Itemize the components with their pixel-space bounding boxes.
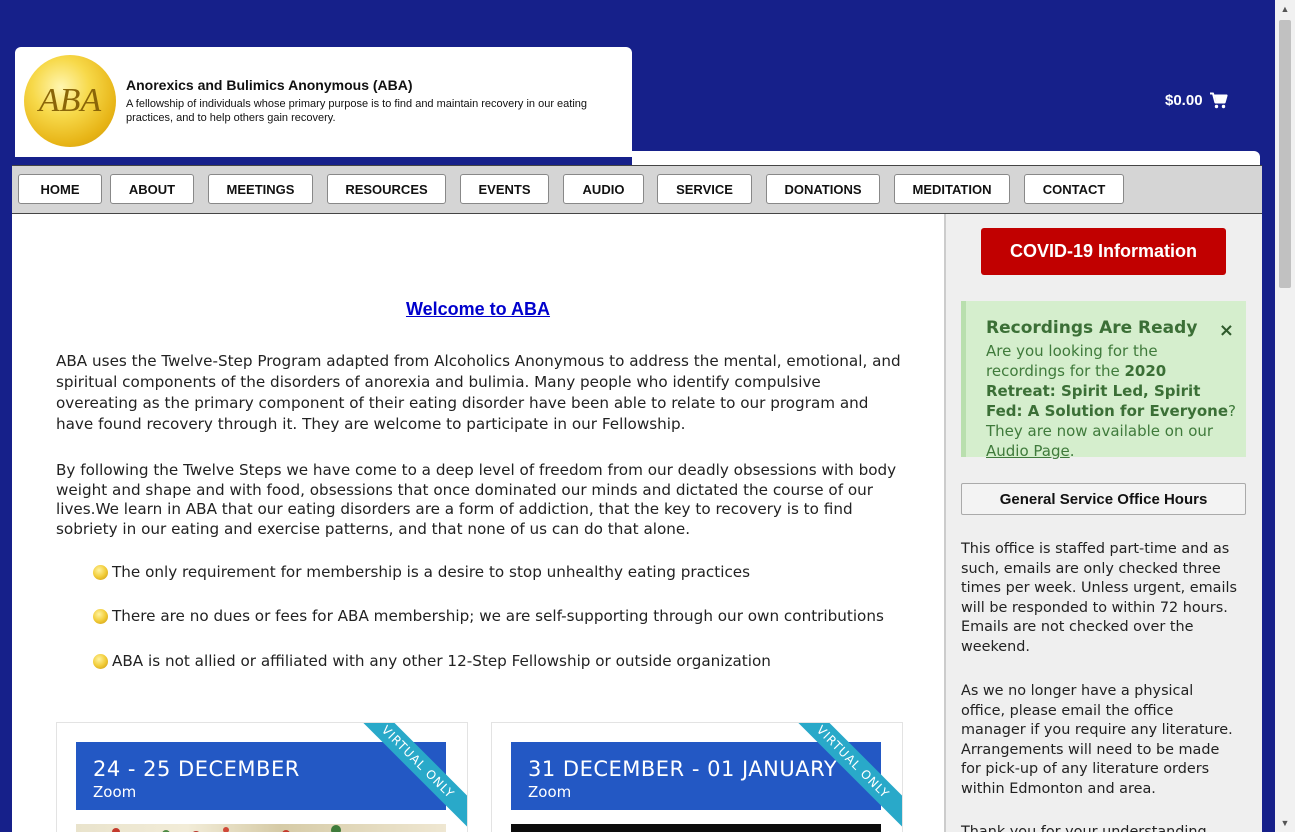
aba-logo-bullet-icon <box>93 564 108 580</box>
intro-paragraph: ABA uses the Twelve-Step Program adapted… <box>56 352 901 433</box>
nav-donations[interactable]: DONATIONS <box>766 174 880 204</box>
cart-total: $0.00 <box>1165 92 1203 109</box>
nav-resources[interactable]: RESOURCES <box>327 174 446 204</box>
event-banner: 24 - 25 DECEMBER Zoom <box>76 742 446 810</box>
nav-service[interactable]: SERVICE <box>657 174 752 204</box>
scroll-up-arrow-icon[interactable]: ▲ <box>1275 0 1295 18</box>
nav-about[interactable]: ABOUT <box>110 174 194 204</box>
event-card[interactable]: 24 - 25 DECEMBER Zoom VIRTUAL ONLY <box>56 722 468 832</box>
site-title: Anorexics and Bulimics Anonymous (ABA) <box>126 77 413 93</box>
covid-info-button[interactable]: COVID-19 Information <box>981 228 1226 275</box>
aba-logo-bullet-icon <box>93 608 108 624</box>
cart-link[interactable]: $0.00 <box>1165 92 1228 109</box>
list-item: ABA is not allied or affiliated with any… <box>93 652 771 670</box>
list-item-text: The only requirement for membership is a… <box>112 563 751 581</box>
sidebar: COVID-19 Information Recordings Are Read… <box>944 214 1262 832</box>
site-tagline: A fellowship of individuals whose primar… <box>126 98 588 124</box>
aba-logo-bullet-icon <box>93 653 108 669</box>
literature-text: As we no longer have a physical office, … <box>961 683 1233 797</box>
list-item-text: ABA is not allied or affiliated with any… <box>112 652 771 670</box>
office-hours-button[interactable]: General Service Office Hours <box>961 483 1246 515</box>
event-banner: 31 DECEMBER - 01 JANUARY Zoom <box>511 742 881 810</box>
thank-you-text: Thank you for your understanding. <box>961 824 1212 832</box>
scroll-down-arrow-icon[interactable]: ▼ <box>1275 814 1295 832</box>
nav-home[interactable]: HOME <box>18 174 102 204</box>
audio-page-link[interactable]: Audio Page <box>986 442 1070 460</box>
twelve-steps-paragraph: By following the Twelve Steps we have co… <box>56 461 897 538</box>
recordings-notice: Recordings Are Ready × Are you looking f… <box>961 301 1246 460</box>
event-image <box>76 824 446 832</box>
event-date: 31 DECEMBER - 01 JANUARY <box>528 757 838 781</box>
event-date: 24 - 25 DECEMBER <box>93 757 300 781</box>
nav-audio[interactable]: AUDIO <box>563 174 644 204</box>
cart-icon <box>1209 92 1228 109</box>
close-icon[interactable]: × <box>1219 320 1234 341</box>
page: ABA Anorexics and Bulimics Anonymous (AB… <box>0 0 1275 832</box>
scroll-thumb[interactable] <box>1279 20 1291 288</box>
logo-text: ABA <box>38 82 102 119</box>
nav-contact[interactable]: CONTACT <box>1024 174 1124 204</box>
nav-events[interactable]: EVENTS <box>460 174 549 204</box>
event-location: Zoom <box>93 783 137 801</box>
welcome-link[interactable]: Welcome to ABA <box>12 299 944 320</box>
notice-title: Recordings Are Ready <box>986 318 1198 338</box>
notice-text: . <box>1069 442 1075 460</box>
list-item: The only requirement for membership is a… <box>93 563 750 581</box>
main-content: Welcome to ABA ABA uses the Twelve-Step … <box>12 214 944 832</box>
header-strip <box>632 151 1260 165</box>
list-item: There are no dues or fees for ABA member… <box>93 607 884 625</box>
nav-meetings[interactable]: MEETINGS <box>208 174 313 204</box>
main-nav: HOME ABOUT MEETINGS RESOURCES EVENTS AUD… <box>12 165 1262 214</box>
event-card[interactable]: 31 DECEMBER - 01 JANUARY Zoom VIRTUAL ON… <box>491 722 903 832</box>
list-item-text: There are no dues or fees for ABA member… <box>112 607 884 625</box>
event-location: Zoom <box>528 783 572 801</box>
notice-body: Are you looking for the recordings for t… <box>986 341 1236 461</box>
office-hours-text: This office is staffed part-time and as … <box>961 541 1237 655</box>
event-image <box>511 824 881 832</box>
site-header: ABA Anorexics and Bulimics Anonymous (AB… <box>15 47 632 157</box>
page-scrollbar[interactable]: ▲ ▼ <box>1275 0 1295 832</box>
nav-meditation[interactable]: MEDITATION <box>894 174 1010 204</box>
aba-logo[interactable]: ABA <box>24 55 116 147</box>
